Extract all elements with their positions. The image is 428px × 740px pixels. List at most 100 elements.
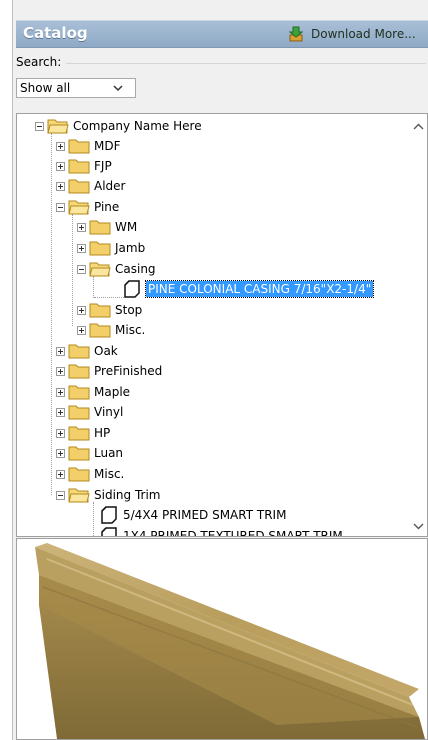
chevron-up-icon[interactable] (413, 123, 424, 131)
folder-open-icon (68, 488, 90, 503)
expand-icon[interactable] (56, 428, 65, 438)
document-icon (124, 280, 140, 298)
folder-icon (68, 159, 90, 174)
tree-node-casing[interactable]: Casing (77, 259, 156, 279)
tree-node-mdf[interactable]: MDF (56, 136, 121, 156)
document-icon (101, 527, 117, 536)
expand-icon[interactable] (77, 305, 86, 315)
catalog-title: Catalog (23, 24, 88, 42)
expand-icon[interactable] (56, 366, 65, 376)
tree-node-pine-misc[interactable]: Misc. (77, 320, 145, 340)
chevron-down-icon[interactable] (413, 522, 424, 530)
tree-node-pine[interactable]: Pine (56, 197, 119, 217)
download-icon (289, 26, 303, 42)
catalog-tree[interactable]: Company Name Here MDF FJP Alder Pine WM … (16, 113, 428, 537)
search-label: Search: (16, 55, 66, 69)
search-divider (66, 63, 426, 64)
expand-icon[interactable] (77, 325, 86, 335)
tree-line (93, 276, 94, 298)
expand-icon[interactable] (56, 161, 65, 171)
document-icon (101, 506, 117, 524)
folder-icon (68, 426, 90, 441)
tree-node-label: Company Name Here (73, 119, 202, 133)
tree-node-label: Siding Trim (94, 488, 161, 502)
folder-icon (68, 385, 90, 400)
casing-molding-image (35, 543, 425, 739)
tree-node-label: Stop (115, 303, 143, 317)
tree-node-pine-colonial-casing[interactable]: PINE COLONIAL CASING 7/16"X2-1/4" (124, 279, 375, 299)
folder-icon (68, 446, 90, 461)
tree-node-label: HP (94, 426, 111, 440)
tree-node-label: Jamb (115, 241, 146, 255)
tree-node-label: Maple (94, 385, 131, 399)
expand-icon[interactable] (56, 448, 65, 458)
tree-node-label: Casing (115, 262, 156, 276)
search-filter-value: Show all (20, 81, 71, 95)
tree-node-fjp[interactable]: FJP (56, 156, 112, 176)
collapse-icon[interactable] (35, 121, 44, 131)
search-group: Search: Show all (16, 55, 426, 110)
tree-node-alder[interactable]: Alder (56, 176, 125, 196)
tree-node-label: Pine (94, 200, 120, 214)
tree-node-label: Luan (94, 446, 124, 460)
tree-node-hp[interactable]: HP (56, 423, 110, 443)
tree-line (72, 214, 73, 326)
tree-node-label: Oak (94, 344, 118, 358)
folder-open-icon (68, 200, 90, 215)
tree-node-label: Misc. (115, 323, 146, 337)
tree-node-luan[interactable]: Luan (56, 443, 123, 463)
tree-node-siding-trim[interactable]: Siding Trim (56, 485, 160, 505)
folder-open-icon (47, 119, 69, 134)
tree-node-jamb[interactable]: Jamb (77, 238, 145, 258)
folder-icon (89, 220, 111, 235)
tree-node-vinyl[interactable]: Vinyl (56, 402, 123, 422)
folder-open-icon (89, 262, 111, 277)
tree-node-prefinished[interactable]: PreFinished (56, 361, 162, 381)
tree-node-label: WM (115, 220, 138, 234)
collapse-icon[interactable] (56, 202, 65, 212)
tree-node-label: 1X4 PRIMED TEXTURED SMART TRIM (123, 529, 343, 537)
folder-icon (68, 405, 90, 420)
expand-icon[interactable] (77, 222, 86, 232)
collapse-icon[interactable] (56, 490, 65, 500)
tree-line (93, 502, 94, 536)
tree-node-oak[interactable]: Oak (56, 341, 118, 361)
expand-icon[interactable] (56, 346, 65, 356)
folder-icon (89, 241, 111, 256)
expand-icon[interactable] (77, 243, 86, 253)
folder-icon (68, 139, 90, 154)
collapse-icon[interactable] (77, 264, 86, 274)
tree-node-smart-trim-1x4[interactable]: 1X4 PRIMED TEXTURED SMART TRIM (101, 526, 343, 537)
tree-line (51, 133, 52, 495)
folder-icon (68, 364, 90, 379)
tree-node-label: Misc. (94, 467, 125, 481)
expand-icon[interactable] (56, 387, 65, 397)
tree-node-label: 5/4X4 PRIMED SMART TRIM (123, 508, 287, 522)
expand-icon[interactable] (56, 141, 65, 151)
folder-icon (68, 344, 90, 359)
folder-icon (68, 467, 90, 482)
tree-node-maple[interactable]: Maple (56, 382, 130, 402)
tree-node-label: Alder (94, 179, 126, 193)
tree-node-wm[interactable]: WM (77, 217, 137, 237)
tree-node-smart-trim-5-4[interactable]: 5/4X4 PRIMED SMART TRIM (101, 505, 286, 525)
folder-icon (89, 303, 111, 318)
tree-node-label: MDF (94, 139, 121, 153)
tree-node-label: Vinyl (94, 405, 124, 419)
tree-line (94, 297, 124, 298)
folder-icon (68, 179, 90, 194)
tree-node-stop[interactable]: Stop (77, 300, 142, 320)
tree-node-root[interactable]: Company Name Here (35, 116, 202, 136)
expand-icon[interactable] (56, 181, 65, 191)
product-preview (16, 538, 428, 740)
expand-icon[interactable] (56, 469, 65, 479)
download-more-button[interactable]: Download More... (289, 24, 416, 44)
expand-icon[interactable] (56, 407, 65, 417)
tree-node-label: FJP (94, 159, 112, 173)
tree-node-label: PINE COLONIAL CASING 7/16"X2-1/4" (144, 280, 375, 298)
folder-icon (89, 323, 111, 338)
tree-node-misc[interactable]: Misc. (56, 464, 124, 484)
tree-scrollbar[interactable] (410, 114, 427, 536)
search-filter-select[interactable]: Show all (16, 78, 136, 98)
catalog-header: Catalog Download More... (16, 20, 428, 48)
